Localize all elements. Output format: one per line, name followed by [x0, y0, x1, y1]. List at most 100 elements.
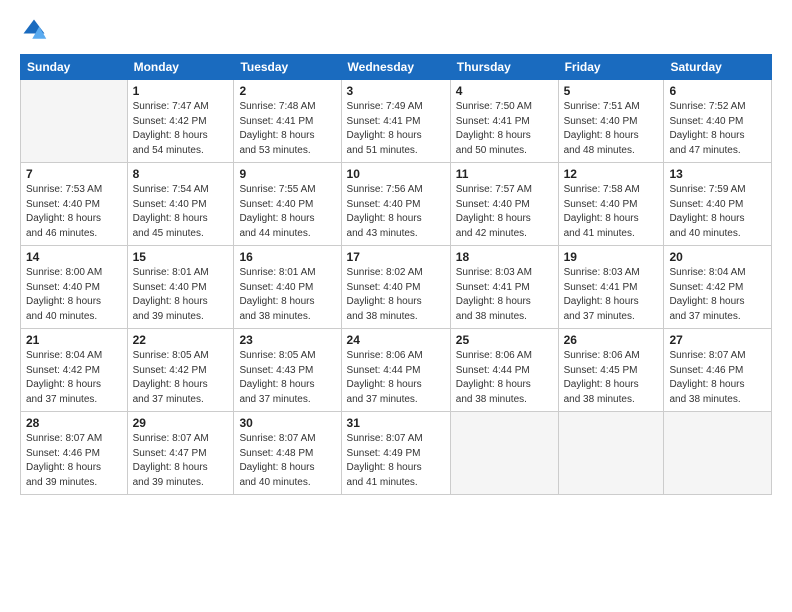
- calendar-cell: [664, 412, 772, 495]
- day-number: 14: [26, 250, 122, 264]
- cell-info: Sunrise: 8:00 AM Sunset: 4:40 PM Dayligh…: [26, 266, 122, 324]
- logo-icon: [20, 16, 48, 44]
- cell-info: Sunrise: 8:02 AM Sunset: 4:40 PM Dayligh…: [347, 266, 445, 324]
- calendar-cell: [450, 412, 558, 495]
- calendar-week-row: 1 Sunrise: 7:47 AM Sunset: 4:42 PM Daylig…: [21, 80, 772, 163]
- day-number: 21: [26, 333, 122, 347]
- calendar-cell: 23 Sunrise: 8:05 AM Sunset: 4:43 PM Dayli…: [234, 329, 341, 412]
- cell-info: Sunrise: 8:06 AM Sunset: 4:44 PM Dayligh…: [347, 349, 445, 407]
- calendar-cell: 6 Sunrise: 7:52 AM Sunset: 4:40 PM Daylig…: [664, 80, 772, 163]
- day-number: 5: [564, 84, 659, 98]
- calendar-week-row: 7 Sunrise: 7:53 AM Sunset: 4:40 PM Daylig…: [21, 163, 772, 246]
- weekday-header: Saturday: [664, 55, 772, 80]
- day-number: 20: [669, 250, 766, 264]
- calendar-cell: 10 Sunrise: 7:56 AM Sunset: 4:40 PM Dayli…: [341, 163, 450, 246]
- day-number: 26: [564, 333, 659, 347]
- cell-info: Sunrise: 8:05 AM Sunset: 4:42 PM Dayligh…: [133, 349, 229, 407]
- cell-info: Sunrise: 7:48 AM Sunset: 4:41 PM Dayligh…: [239, 100, 335, 158]
- day-number: 16: [239, 250, 335, 264]
- calendar-cell: 16 Sunrise: 8:01 AM Sunset: 4:40 PM Dayli…: [234, 246, 341, 329]
- calendar-table: SundayMondayTuesdayWednesdayThursdayFrid…: [20, 54, 772, 495]
- cell-info: Sunrise: 7:55 AM Sunset: 4:40 PM Dayligh…: [239, 183, 335, 241]
- calendar-cell: 25 Sunrise: 8:06 AM Sunset: 4:44 PM Dayli…: [450, 329, 558, 412]
- calendar-cell: [558, 412, 664, 495]
- day-number: 1: [133, 84, 229, 98]
- day-number: 8: [133, 167, 229, 181]
- cell-info: Sunrise: 7:52 AM Sunset: 4:40 PM Dayligh…: [669, 100, 766, 158]
- calendar-cell: 19 Sunrise: 8:03 AM Sunset: 4:41 PM Dayli…: [558, 246, 664, 329]
- day-number: 10: [347, 167, 445, 181]
- weekday-header: Wednesday: [341, 55, 450, 80]
- calendar-cell: 14 Sunrise: 8:00 AM Sunset: 4:40 PM Dayli…: [21, 246, 128, 329]
- day-number: 3: [347, 84, 445, 98]
- weekday-header: Thursday: [450, 55, 558, 80]
- cell-info: Sunrise: 8:06 AM Sunset: 4:44 PM Dayligh…: [456, 349, 553, 407]
- cell-info: Sunrise: 7:56 AM Sunset: 4:40 PM Dayligh…: [347, 183, 445, 241]
- calendar-cell: 22Sunrise: 8:05 AM Sunset: 4:42 PM Dayli…: [127, 329, 234, 412]
- day-number: 23: [239, 333, 335, 347]
- cell-info: Sunrise: 7:58 AM Sunset: 4:40 PM Dayligh…: [564, 183, 659, 241]
- day-number: 15: [133, 250, 229, 264]
- cell-info: Sunrise: 8:07 AM Sunset: 4:48 PM Dayligh…: [239, 432, 335, 490]
- day-number: 27: [669, 333, 766, 347]
- cell-info: Sunrise: 7:50 AM Sunset: 4:41 PM Dayligh…: [456, 100, 553, 158]
- calendar-cell: 24Sunrise: 8:06 AM Sunset: 4:44 PM Dayli…: [341, 329, 450, 412]
- day-number: 7: [26, 167, 122, 181]
- calendar-cell: 30 Sunrise: 8:07 AM Sunset: 4:48 PM Dayli…: [234, 412, 341, 495]
- day-number: 11: [456, 167, 553, 181]
- day-number: 29: [133, 416, 229, 430]
- day-number: 28: [26, 416, 122, 430]
- calendar-week-row: 14 Sunrise: 8:00 AM Sunset: 4:40 PM Dayli…: [21, 246, 772, 329]
- day-number: 17: [347, 250, 445, 264]
- calendar-cell: 29Sunrise: 8:07 AM Sunset: 4:47 PM Dayli…: [127, 412, 234, 495]
- cell-info: Sunrise: 7:51 AM Sunset: 4:40 PM Dayligh…: [564, 100, 659, 158]
- cell-info: Sunrise: 7:59 AM Sunset: 4:40 PM Dayligh…: [669, 183, 766, 241]
- cell-info: Sunrise: 8:01 AM Sunset: 4:40 PM Dayligh…: [239, 266, 335, 324]
- calendar-cell: 9 Sunrise: 7:55 AM Sunset: 4:40 PM Daylig…: [234, 163, 341, 246]
- day-number: 2: [239, 84, 335, 98]
- calendar-cell: 15 Sunrise: 8:01 AM Sunset: 4:40 PM Dayli…: [127, 246, 234, 329]
- weekday-header-row: SundayMondayTuesdayWednesdayThursdayFrid…: [21, 55, 772, 80]
- day-number: 25: [456, 333, 553, 347]
- calendar-cell: 11Sunrise: 7:57 AM Sunset: 4:40 PM Dayli…: [450, 163, 558, 246]
- page: SundayMondayTuesdayWednesdayThursdayFrid…: [0, 0, 792, 612]
- calendar-cell: 5 Sunrise: 7:51 AM Sunset: 4:40 PM Daylig…: [558, 80, 664, 163]
- calendar-week-row: 21Sunrise: 8:04 AM Sunset: 4:42 PM Dayli…: [21, 329, 772, 412]
- weekday-header: Friday: [558, 55, 664, 80]
- calendar-cell: 20 Sunrise: 8:04 AM Sunset: 4:42 PM Dayli…: [664, 246, 772, 329]
- calendar-cell: 13Sunrise: 7:59 AM Sunset: 4:40 PM Dayli…: [664, 163, 772, 246]
- calendar-cell: 17 Sunrise: 8:02 AM Sunset: 4:40 PM Dayli…: [341, 246, 450, 329]
- day-number: 6: [669, 84, 766, 98]
- cell-info: Sunrise: 8:01 AM Sunset: 4:40 PM Dayligh…: [133, 266, 229, 324]
- calendar-cell: 4 Sunrise: 7:50 AM Sunset: 4:41 PM Daylig…: [450, 80, 558, 163]
- day-number: 31: [347, 416, 445, 430]
- calendar-cell: 26 Sunrise: 8:06 AM Sunset: 4:45 PM Dayli…: [558, 329, 664, 412]
- calendar-cell: 7 Sunrise: 7:53 AM Sunset: 4:40 PM Daylig…: [21, 163, 128, 246]
- weekday-header: Tuesday: [234, 55, 341, 80]
- calendar-cell: 1 Sunrise: 7:47 AM Sunset: 4:42 PM Daylig…: [127, 80, 234, 163]
- calendar-cell: 18 Sunrise: 8:03 AM Sunset: 4:41 PM Dayli…: [450, 246, 558, 329]
- day-number: 12: [564, 167, 659, 181]
- weekday-header: Sunday: [21, 55, 128, 80]
- calendar-cell: 28 Sunrise: 8:07 AM Sunset: 4:46 PM Dayli…: [21, 412, 128, 495]
- day-number: 19: [564, 250, 659, 264]
- calendar-cell: 21Sunrise: 8:04 AM Sunset: 4:42 PM Dayli…: [21, 329, 128, 412]
- day-number: 4: [456, 84, 553, 98]
- cell-info: Sunrise: 8:05 AM Sunset: 4:43 PM Dayligh…: [239, 349, 335, 407]
- cell-info: Sunrise: 8:03 AM Sunset: 4:41 PM Dayligh…: [564, 266, 659, 324]
- calendar-week-row: 28 Sunrise: 8:07 AM Sunset: 4:46 PM Dayli…: [21, 412, 772, 495]
- calendar-cell: 31 Sunrise: 8:07 AM Sunset: 4:49 PM Dayli…: [341, 412, 450, 495]
- day-number: 9: [239, 167, 335, 181]
- calendar-cell: 12 Sunrise: 7:58 AM Sunset: 4:40 PM Dayli…: [558, 163, 664, 246]
- cell-info: Sunrise: 7:47 AM Sunset: 4:42 PM Dayligh…: [133, 100, 229, 158]
- cell-info: Sunrise: 8:07 AM Sunset: 4:46 PM Dayligh…: [26, 432, 122, 490]
- cell-info: Sunrise: 7:53 AM Sunset: 4:40 PM Dayligh…: [26, 183, 122, 241]
- cell-info: Sunrise: 8:07 AM Sunset: 4:49 PM Dayligh…: [347, 432, 445, 490]
- cell-info: Sunrise: 8:06 AM Sunset: 4:45 PM Dayligh…: [564, 349, 659, 407]
- cell-info: Sunrise: 8:04 AM Sunset: 4:42 PM Dayligh…: [669, 266, 766, 324]
- cell-info: Sunrise: 8:03 AM Sunset: 4:41 PM Dayligh…: [456, 266, 553, 324]
- logo: [20, 16, 54, 44]
- day-number: 18: [456, 250, 553, 264]
- day-number: 30: [239, 416, 335, 430]
- calendar-cell: 2 Sunrise: 7:48 AM Sunset: 4:41 PM Daylig…: [234, 80, 341, 163]
